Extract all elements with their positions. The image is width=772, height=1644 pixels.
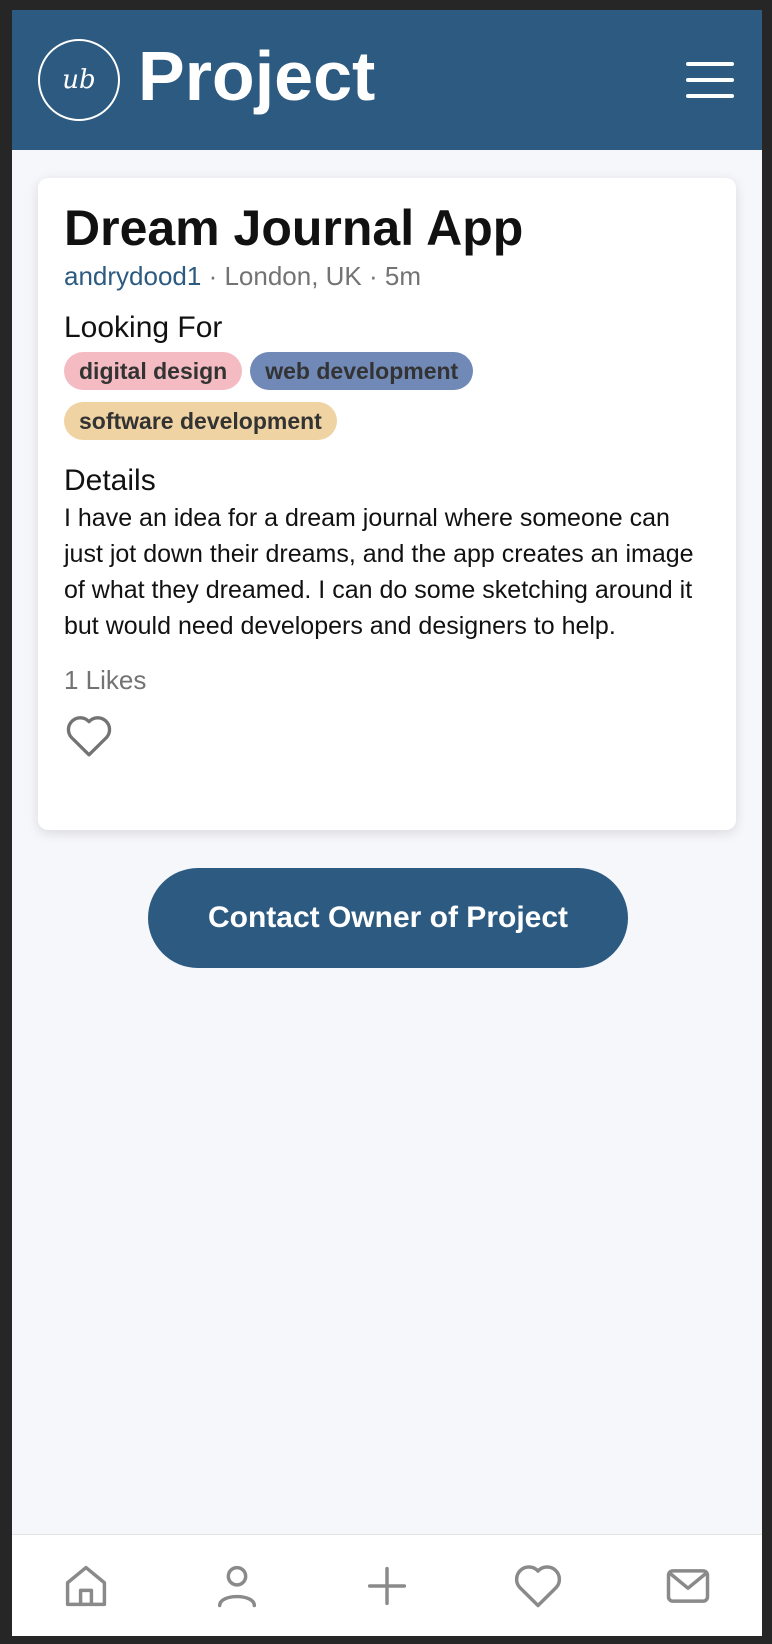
tag-software-development[interactable]: software development [64,402,337,440]
favorites-icon [514,1564,561,1607]
details-heading: Details [64,464,156,497]
menu-line [686,78,734,82]
add-icon [367,1566,407,1605]
tag-digital-design[interactable]: digital design [64,352,243,390]
nav-home[interactable] [60,1560,112,1612]
profile-icon [217,1565,256,1607]
contact-owner-button[interactable]: Contact Owner of Project [148,868,628,968]
menu-line [686,94,734,98]
hamburger-menu-icon[interactable] [686,62,734,98]
nav-favorites[interactable] [512,1560,564,1612]
nav-profile[interactable] [211,1560,263,1612]
bottom-nav [12,1534,762,1636]
nav-messages[interactable] [662,1560,714,1612]
project-title: Dream Journal App [64,200,524,256]
project-meta: andrydood1 · London, UK · 5m [64,260,710,292]
app-header: ub Project [12,10,762,150]
details-text: I have an idea for a dream journal where… [64,504,694,640]
nav-add[interactable] [361,1560,413,1612]
location-and-time: · London, UK · 5m [201,261,421,291]
skill-tags: digital design web development software … [64,352,504,452]
heart-outline-icon[interactable] [64,712,114,758]
tag-web-development[interactable]: web development [250,352,474,390]
owner-username-link[interactable]: andrydood1 [64,261,201,291]
messages-icon [666,1568,710,1603]
looking-for-heading: Looking For [64,311,223,344]
logo[interactable]: ub [38,39,120,121]
app-screen: ub Project Dream Journal App andrydood1 … [12,10,762,1636]
menu-line [686,62,734,66]
likes-count: 1 Likes [64,665,147,695]
home-icon [65,1565,107,1606]
project-card: Dream Journal App andrydood1 · London, U… [38,178,736,830]
page-title: Project [138,37,376,115]
